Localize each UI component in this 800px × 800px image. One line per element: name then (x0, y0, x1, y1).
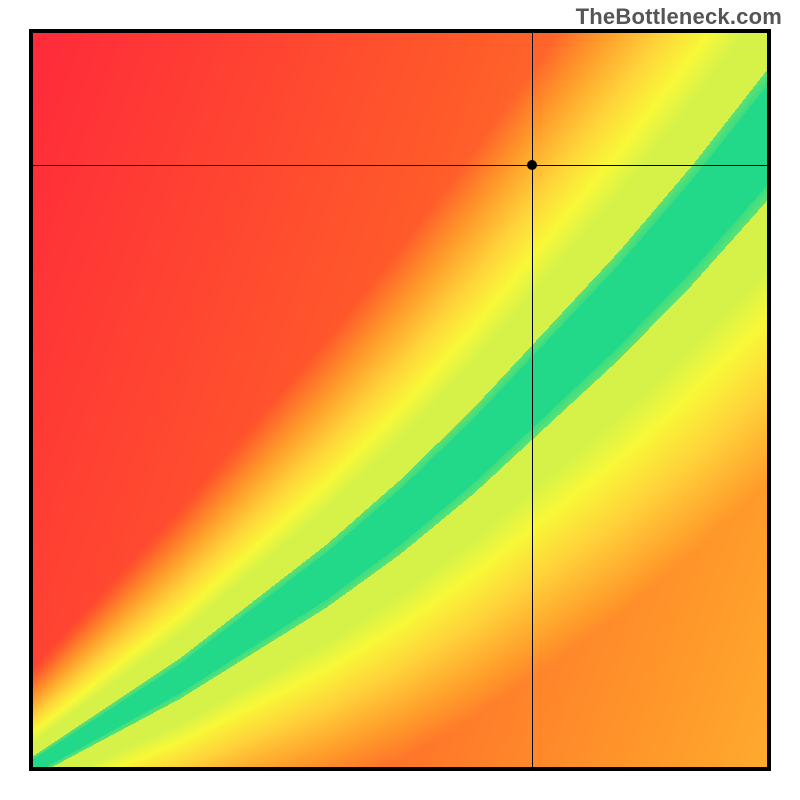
heatmap-canvas (33, 33, 767, 767)
chart-container: TheBottleneck.com (0, 0, 800, 800)
watermark-label: TheBottleneck.com (576, 4, 782, 30)
crosshair-horizontal (33, 165, 767, 166)
plot-frame (29, 29, 771, 771)
plot-area (33, 33, 767, 767)
crosshair-marker (527, 160, 537, 170)
crosshair-vertical (532, 33, 533, 767)
